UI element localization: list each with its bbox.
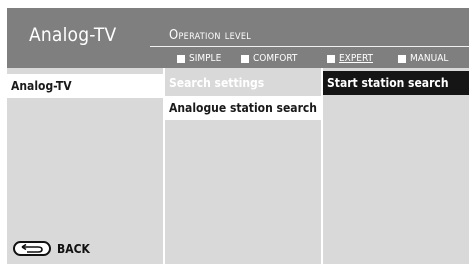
level-marker-icon: [241, 55, 249, 63]
level-option-expert[interactable]: EXPERT: [327, 53, 373, 65]
header-bar: Analog-TV Operation level SIMPLE COMFORT…: [7, 8, 469, 68]
back-label: BACK: [57, 241, 90, 256]
level-option-comfort[interactable]: COMFORT: [241, 53, 297, 65]
level-option-label: EXPERT: [339, 53, 373, 64]
level-option-label: MANUAL: [410, 53, 449, 64]
menu-item-search-settings[interactable]: Search settings: [165, 71, 321, 95]
return-arrow-icon: [13, 241, 51, 256]
level-marker-icon: [398, 55, 406, 63]
operation-level-title: Operation level: [169, 28, 252, 43]
menu-item-analog-tv[interactable]: Analog-TV: [7, 74, 163, 98]
level-option-manual[interactable]: MANUAL: [398, 53, 448, 65]
level-marker-icon: [327, 55, 335, 63]
menu-column-1: Analog-TV: [7, 68, 163, 264]
screen: Analog-TV Operation level SIMPLE COMFORT…: [7, 8, 469, 264]
level-option-label: SIMPLE: [189, 53, 222, 64]
page-title: Analog-TV: [29, 24, 117, 46]
back-button[interactable]: BACK: [13, 241, 90, 256]
operation-level-divider: [150, 46, 469, 47]
menu-item-start-station-search[interactable]: Start station search: [323, 71, 469, 95]
menu-column-3: Start station search: [323, 68, 469, 264]
level-option-label: COMFORT: [253, 53, 298, 64]
level-option-simple[interactable]: SIMPLE: [177, 53, 221, 65]
menu-item-analogue-station-search[interactable]: Analogue station search: [165, 96, 321, 120]
level-marker-icon: [177, 55, 185, 63]
menu-column-2: Search settings Analogue station search: [165, 68, 321, 264]
operation-level-options: SIMPLE COMFORT EXPERT MANUAL: [7, 53, 469, 65]
